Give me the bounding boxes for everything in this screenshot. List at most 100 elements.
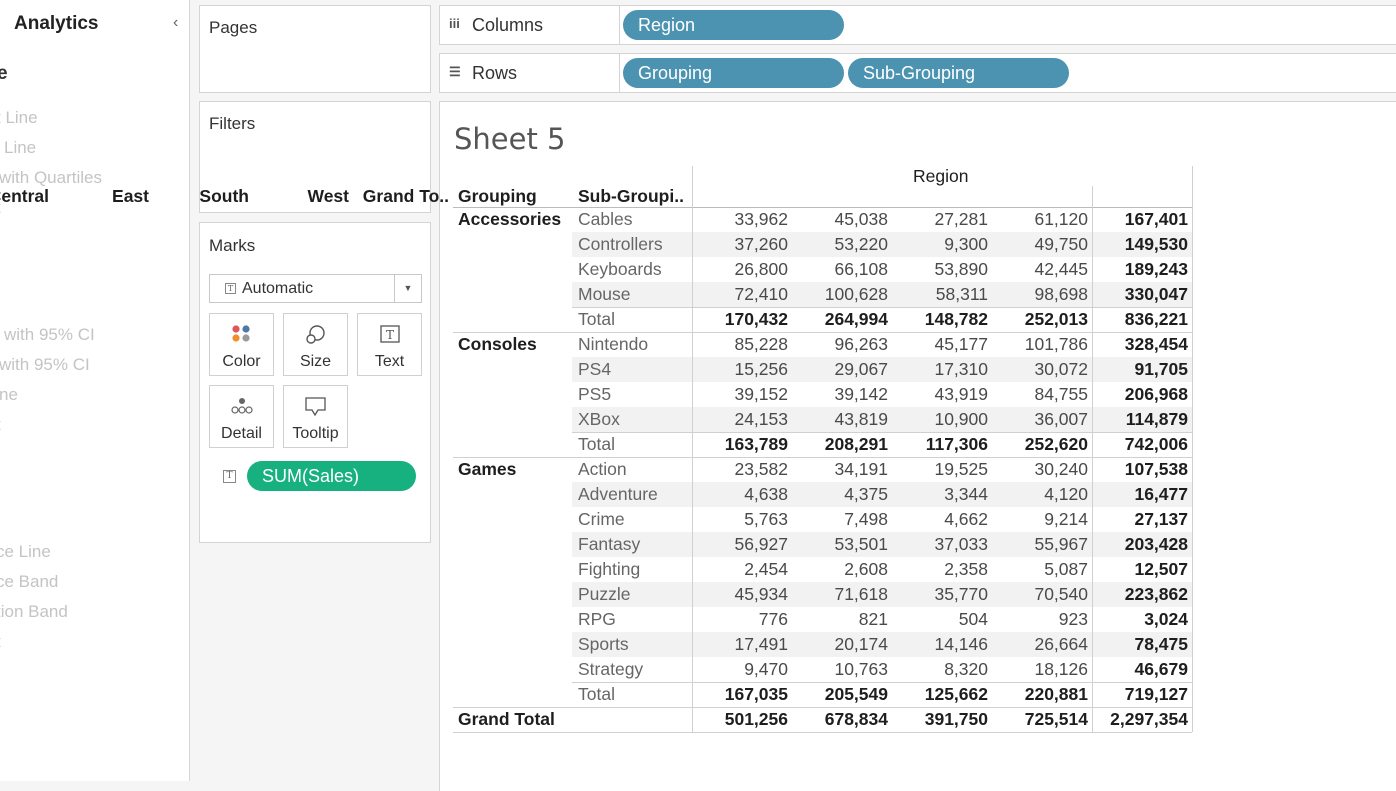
analytics-item[interactable]: t Line — [0, 108, 38, 128]
analytics-item[interactable]: with 95% CI — [0, 355, 90, 375]
sub-grouping-cell: Keyboards — [578, 259, 662, 279]
south-value: 17,310 — [934, 359, 988, 379]
grouping-cell: Accessories — [458, 209, 562, 229]
central-value: 5,763 — [744, 509, 788, 529]
analytics-item[interactable]: ce Line — [0, 542, 51, 562]
sheet-title: Sheet 5 — [454, 122, 566, 156]
detail-button[interactable]: Detail — [209, 385, 274, 448]
east-value: 4,375 — [844, 484, 888, 504]
central-value: 4,638 — [744, 484, 788, 504]
sub-grouping-cell: Total — [578, 309, 615, 329]
central-value: 45,934 — [734, 584, 788, 604]
east-value: 100,628 — [824, 284, 888, 304]
east-value: 53,220 — [834, 234, 888, 254]
grouping-pill[interactable]: Grouping — [623, 58, 844, 88]
columns-icon: iii — [449, 16, 460, 31]
sub-grouping-cell: RPG — [578, 609, 616, 629]
sub-grouping-cell: Controllers — [578, 234, 663, 254]
south-value: 19,525 — [934, 459, 988, 479]
tooltip-button[interactable]: Tooltip — [283, 385, 348, 448]
east-value: 2,608 — [844, 559, 888, 579]
central-value: 15,256 — [734, 359, 788, 379]
marks-card: Marks T Automatic ▼ Color Size T Text De… — [199, 222, 431, 543]
analytics-item[interactable]: with Quartiles — [0, 168, 102, 188]
grand-value: 107,538 — [1124, 459, 1188, 479]
west-value: 61,120 — [1034, 209, 1088, 229]
east-value: 208,291 — [824, 434, 888, 454]
south-value: 4,662 — [944, 509, 988, 529]
size-label: Size — [299, 353, 332, 370]
pages-shelf[interactable]: Pages — [199, 5, 431, 93]
text-encoding-icon: T — [223, 470, 236, 483]
analytics-item[interactable]: ne — [0, 385, 18, 405]
text-mark-icon: T — [225, 283, 236, 294]
central-value: 85,228 — [734, 334, 788, 354]
west-value: 101,786 — [1024, 334, 1088, 354]
analytics-item[interactable]: tion Band — [0, 602, 68, 622]
filters-label: Filters — [209, 114, 256, 133]
analytics-item[interactable]: t — [0, 632, 1, 652]
chevron-down-icon[interactable]: ▼ — [394, 275, 421, 302]
sum-sales-pill[interactable]: SUM(Sales) — [247, 461, 416, 491]
analytics-item[interactable]: t — [0, 415, 1, 435]
grand-value: 78,475 — [1134, 634, 1188, 654]
sub-grouping-cell: Adventure — [578, 484, 658, 504]
west-value: 252,620 — [1024, 434, 1088, 454]
grand-value: 27,137 — [1134, 509, 1188, 529]
south-value: 3,344 — [944, 484, 988, 504]
grand-value: 16,477 — [1134, 484, 1188, 504]
south-value: 9,300 — [944, 234, 988, 254]
grand-total-divider — [1092, 186, 1093, 732]
west-value: 923 — [1058, 609, 1088, 629]
central-header: Central — [0, 186, 49, 206]
south-value: 504 — [958, 609, 988, 629]
east-value: 7,498 — [844, 509, 888, 529]
analytics-item[interactable]: ce Band — [0, 572, 58, 592]
sub-grouping-pill[interactable]: Sub-Grouping — [848, 58, 1069, 88]
south-value: 2,358 — [944, 559, 988, 579]
rows-icon: ☰ — [449, 64, 461, 79]
sub-grouping-cell: PS4 — [578, 359, 612, 379]
analytics-item[interactable]: Line — [4, 138, 36, 158]
sub-grouping-cell: Total — [578, 684, 615, 704]
region-pill[interactable]: Region — [623, 10, 844, 40]
color-icon — [231, 325, 250, 342]
region-header: Region — [913, 166, 969, 186]
east-value: 43,819 — [834, 409, 888, 429]
size-button[interactable]: Size — [283, 313, 348, 376]
south-value: 125,662 — [924, 684, 988, 704]
south-value: 58,311 — [935, 284, 988, 304]
text-button[interactable]: T Text — [357, 313, 422, 376]
grand-value: 742,006 — [1124, 434, 1188, 454]
tooltip-icon — [304, 397, 326, 417]
detail-icon — [230, 398, 253, 414]
size-icon — [305, 325, 325, 344]
south-value: 10,900 — [934, 409, 988, 429]
central-value: 72,410 — [734, 284, 788, 304]
rows-shelf-header: ☰ Rows — [440, 54, 620, 92]
mark-type-value: Automatic — [242, 280, 314, 297]
grand-grand-total: 2,297,354 — [1110, 709, 1188, 729]
east-value: 66,108 — [834, 259, 888, 279]
analytics-item[interactable]: with 95% CI — [4, 325, 95, 345]
columns-shelf[interactable]: iii Columns Region — [439, 5, 1396, 45]
east-value: 53,501 — [834, 534, 888, 554]
west-value: 30,072 — [1034, 359, 1088, 379]
grand-value: 836,221 — [1124, 309, 1188, 329]
columns-label: Columns — [472, 15, 544, 35]
color-button[interactable]: Color — [209, 313, 274, 376]
grand-total-label: Grand Total — [458, 709, 555, 729]
east-value: 45,038 — [834, 209, 888, 229]
mark-type-dropdown[interactable]: T Automatic ▼ — [209, 274, 422, 303]
west-value: 26,664 — [1034, 634, 1088, 654]
west-value: 9,214 — [1044, 509, 1088, 529]
west-value: 49,750 — [1034, 234, 1088, 254]
collapse-pane-icon[interactable]: ‹ — [173, 14, 178, 32]
table-right-border — [1192, 166, 1193, 732]
grand-value: 206,968 — [1124, 384, 1188, 404]
central-value: 39,152 — [734, 384, 788, 404]
rows-shelf[interactable]: ☰ Rows Grouping Sub-Grouping — [439, 53, 1396, 93]
sub-grouping-cell: Puzzle — [578, 584, 631, 604]
sub-grouping-header: Sub-Groupi.. — [578, 186, 684, 206]
sub-grouping-cell: Crime — [578, 509, 625, 529]
